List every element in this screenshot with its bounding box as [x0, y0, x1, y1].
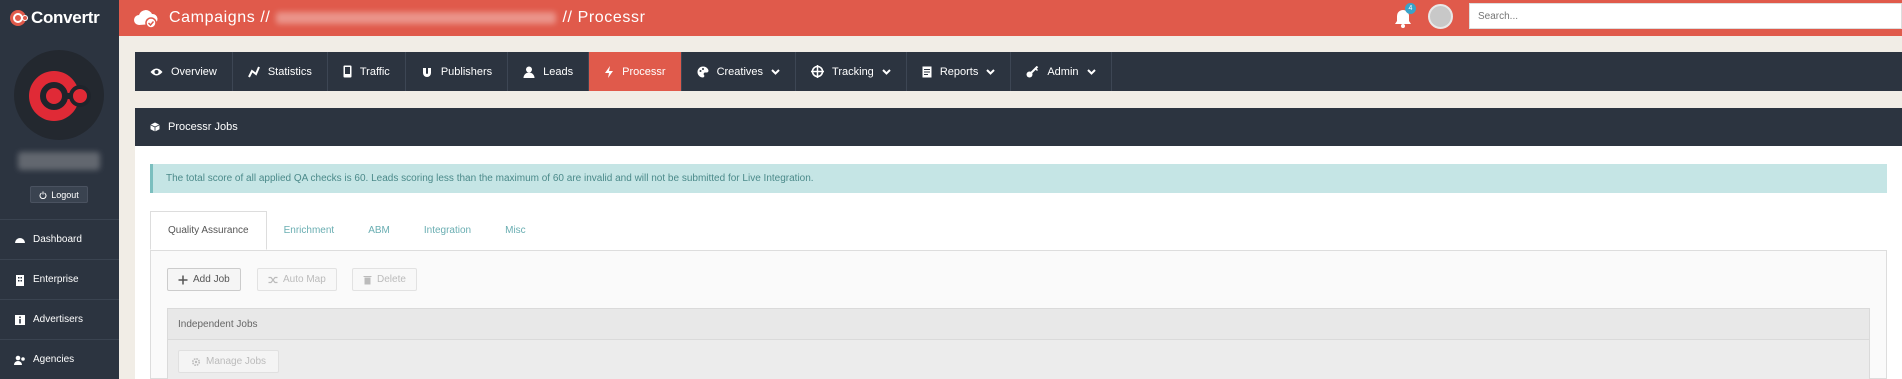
breadcrumb-campaigns[interactable]: Campaigns // [169, 9, 270, 27]
convertr-large-logo-icon [29, 71, 91, 121]
search-input[interactable] [1469, 3, 1902, 29]
tab-integration[interactable]: Integration [407, 211, 488, 250]
independent-jobs-title: Independent Jobs [178, 318, 258, 330]
users-icon [14, 354, 26, 366]
company-logo [14, 50, 104, 140]
chart-icon [247, 66, 260, 77]
nav-creatives[interactable]: Creatives [682, 52, 797, 91]
breadcrumb: Campaigns // // Processr [133, 0, 646, 36]
chevron-down-icon [986, 68, 996, 75]
nav-label: Processr [622, 65, 666, 78]
nav-label: Reports [939, 65, 979, 78]
breadcrumb-campaign-name-redacted [276, 12, 557, 24]
chevron-down-icon [771, 68, 780, 75]
brand-logo[interactable]: Convertr [0, 0, 119, 36]
user-avatar[interactable] [1428, 4, 1453, 29]
crosshair-icon [811, 65, 825, 78]
sidebar-item-label: Agencies [33, 354, 75, 365]
nav-label: Publishers [440, 65, 493, 78]
manage-jobs-button[interactable]: Manage Jobs [178, 350, 280, 373]
delete-label: Delete [377, 274, 406, 285]
info-icon [14, 314, 26, 326]
nav-traffic[interactable]: Traffic [328, 52, 406, 91]
independent-jobs-body [167, 340, 1870, 379]
dashboard-icon [14, 234, 26, 246]
nav-statistics[interactable]: Statistics [233, 52, 328, 91]
add-job-button[interactable]: Add Job [167, 268, 241, 291]
notification-badge: 4 [1405, 3, 1416, 14]
sidebar: Logout Dashboard Enterprise Advertisers … [0, 36, 119, 379]
plus-icon [178, 275, 188, 284]
key-icon [1026, 65, 1039, 77]
add-job-label: Add Job [193, 274, 230, 285]
report-icon [922, 66, 932, 77]
nav-label: Overview [171, 65, 217, 78]
chevron-down-icon [882, 68, 891, 75]
nav-label: Tracking [832, 65, 874, 78]
nav-admin[interactable]: Admin [1011, 52, 1112, 91]
breadcrumb-processr: // Processr [562, 9, 646, 26]
power-icon [39, 191, 47, 199]
cube-icon [150, 122, 160, 132]
user-icon [523, 66, 535, 78]
chevron-down-icon [1086, 68, 1096, 75]
cloud-check-icon [134, 10, 158, 29]
sidebar-item-advertisers[interactable]: Advertisers [0, 299, 119, 339]
processr-tabs: Quality Assurance Enrichment ABM Integra… [150, 211, 543, 250]
sidebar-item-enterprise[interactable]: Enterprise [0, 259, 119, 299]
auto-map-button[interactable]: Auto Map [257, 268, 337, 291]
nav-label: Leads [543, 65, 574, 78]
shuffle-icon [268, 276, 278, 283]
nav-label: Traffic [359, 65, 390, 78]
mobile-icon [343, 65, 352, 78]
nav-overview[interactable]: Overview [135, 52, 233, 91]
bolt-icon [605, 65, 614, 78]
nav-label: Statistics [267, 65, 312, 78]
nav-label: Admin [1047, 65, 1079, 78]
manage-jobs-label: Manage Jobs [206, 356, 267, 367]
trash-icon [363, 275, 372, 284]
gear-icon [191, 357, 201, 366]
sidebar-item-label: Advertisers [33, 314, 84, 325]
sidebar-item-dashboard[interactable]: Dashboard [0, 219, 119, 259]
main-nav: Overview Statistics Traffic Publishers L… [135, 52, 1902, 91]
tab-misc[interactable]: Misc [488, 211, 543, 250]
nav-processr[interactable]: Processr [589, 52, 682, 91]
brand-name: Convertr [31, 8, 100, 27]
nav-label: Creatives [716, 65, 764, 78]
tab-abm[interactable]: ABM [351, 211, 407, 250]
tab-quality-assurance[interactable]: Quality Assurance [150, 211, 267, 250]
nav-reports[interactable]: Reports [907, 52, 1012, 91]
qa-score-alert: The total score of all applied QA checks… [150, 164, 1887, 193]
sidebar-item-label: Enterprise [33, 274, 79, 285]
nav-leads[interactable]: Leads [508, 52, 590, 91]
nav-publishers[interactable]: Publishers [406, 52, 509, 91]
logout-label: Logout [51, 189, 79, 200]
panel-header: Processr Jobs [135, 108, 1902, 146]
nav-tracking[interactable]: Tracking [796, 52, 907, 91]
independent-jobs-header: Independent Jobs [167, 308, 1870, 340]
magnet-icon [422, 67, 431, 77]
panel-title: Processr Jobs [168, 121, 238, 133]
convertr-logo-icon [10, 10, 28, 26]
alert-text: The total score of all applied QA checks… [166, 173, 814, 184]
user-name-redacted [18, 152, 100, 170]
palette-icon [697, 65, 709, 77]
sidebar-item-agencies[interactable]: Agencies [0, 339, 119, 379]
building-icon [14, 274, 26, 286]
logout-button[interactable]: Logout [30, 186, 88, 203]
eye-icon [150, 68, 163, 75]
sidebar-item-label: Dashboard [33, 234, 82, 245]
delete-button[interactable]: Delete [352, 268, 417, 291]
tab-enrichment[interactable]: Enrichment [267, 211, 352, 250]
auto-map-label: Auto Map [283, 274, 326, 285]
